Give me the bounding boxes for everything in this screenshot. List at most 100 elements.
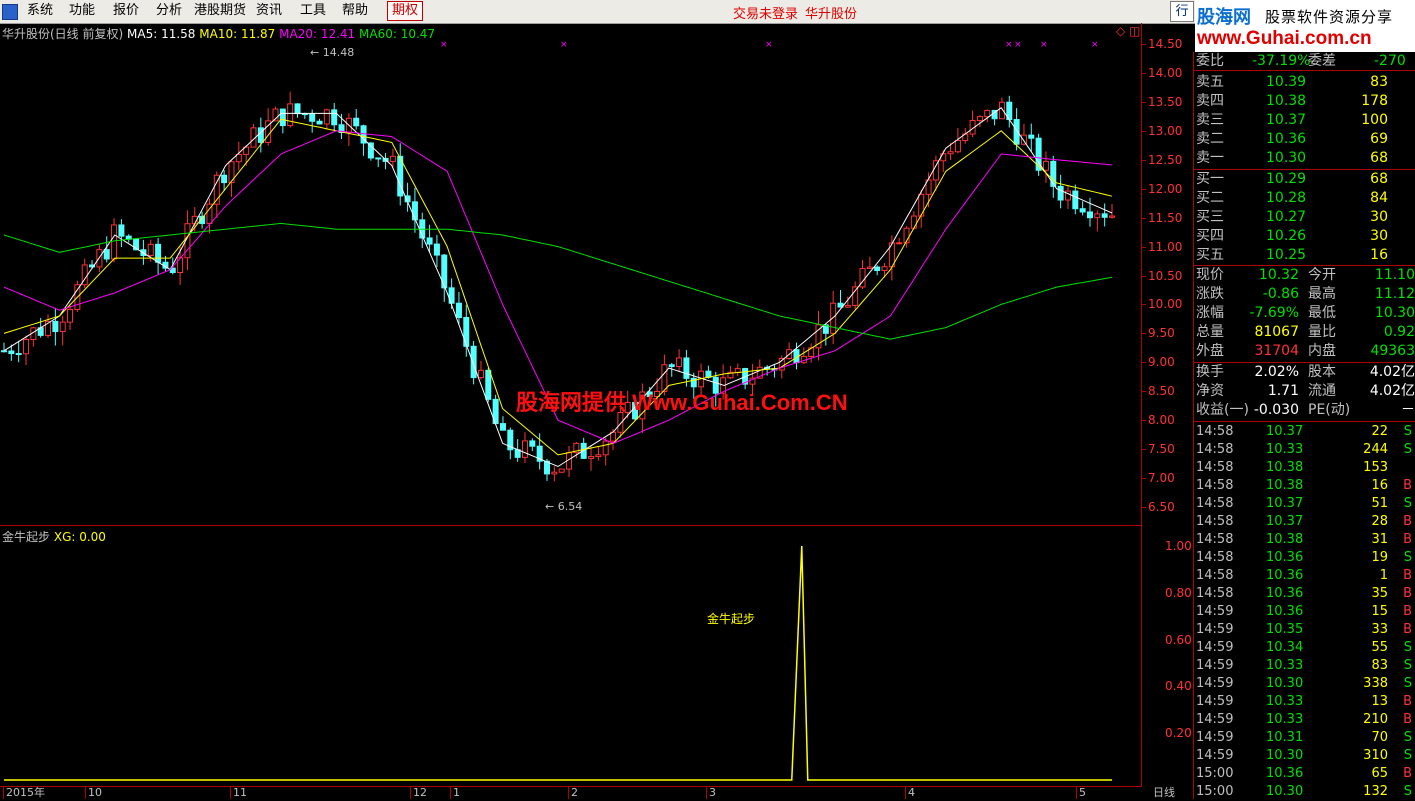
tick-time: 14:58: [1196, 478, 1234, 493]
trade-tick-row[interactable]: 14:59 10.33 210 B: [1194, 711, 1415, 729]
order-book-label: 买三: [1196, 209, 1224, 225]
tick-time: 14:59: [1196, 676, 1234, 691]
tick-side: S: [1403, 424, 1412, 439]
menu-item-tools[interactable]: 工具: [300, 3, 326, 19]
period-label[interactable]: 日线: [1153, 786, 1175, 799]
order-book-price: 10.29: [1266, 171, 1307, 187]
order-book-volume: 68: [1370, 171, 1388, 187]
quote-toggle-button[interactable]: 行: [1170, 1, 1194, 22]
trade-tick-row[interactable]: 14:58 10.37 28 B: [1194, 513, 1415, 531]
menu-item-hk-futures[interactable]: 港股期货: [194, 3, 246, 19]
tick-volume: 65: [1371, 766, 1388, 781]
stat-label: 内盘: [1308, 343, 1336, 359]
order-book-row[interactable]: 卖一 10.30 68: [1194, 149, 1415, 168]
low-price-label: ← 6.54: [545, 500, 583, 513]
price-axis-tick: [1141, 420, 1146, 422]
tick-time: 14:58: [1196, 442, 1234, 457]
order-book-row[interactable]: 买二 10.28 84: [1194, 189, 1415, 208]
weibi-row: 委比 -37.19% 委差 -270: [1194, 52, 1415, 71]
trade-tick-row[interactable]: 14:59 10.30 338 S: [1194, 675, 1415, 693]
price-axis-tick: [1141, 188, 1146, 190]
tick-time: 14:58: [1196, 532, 1234, 547]
price-axis-tick: [1141, 391, 1146, 393]
trade-tick-row[interactable]: 14:58 10.38 16 B: [1194, 477, 1415, 495]
trade-tick-row[interactable]: 14:58 10.36 35 B: [1194, 585, 1415, 603]
price-axis-tick: [1141, 246, 1146, 248]
watermark-text: 股海网提供 Www.Guhai.Com.CN: [516, 390, 848, 415]
trade-tick-row[interactable]: 14:58 10.36 19 S: [1194, 549, 1415, 567]
trade-tick-row[interactable]: 14:59 10.31 70 S: [1194, 729, 1415, 747]
tick-volume: 31: [1371, 532, 1388, 547]
trade-tick-row[interactable]: 14:59 10.33 13 B: [1194, 693, 1415, 711]
tick-price: 10.38: [1266, 532, 1304, 547]
tick-side: B: [1403, 604, 1412, 619]
trade-tick-row[interactable]: 14:59 10.34 55 S: [1194, 639, 1415, 657]
order-book-row[interactable]: 卖三 10.37 100: [1194, 111, 1415, 130]
menu-item-system[interactable]: 系统: [27, 3, 53, 19]
order-book-price: 10.26: [1266, 228, 1307, 244]
tick-volume: 13: [1371, 694, 1388, 709]
price-axis-label: 8.50: [1148, 384, 1175, 399]
order-book-row[interactable]: 卖五 10.39 83: [1194, 73, 1415, 92]
tick-volume: 33: [1371, 622, 1388, 637]
order-book-price: 10.30: [1266, 150, 1307, 166]
menu-item-options[interactable]: 期权: [387, 1, 424, 21]
trade-tick-row[interactable]: 14:58 10.37 51 S: [1194, 495, 1415, 513]
tick-volume: 15: [1371, 604, 1388, 619]
weibi-value: -37.19%: [1252, 53, 1311, 69]
tick-side: S: [1403, 496, 1412, 511]
stat-label: 收益(一): [1196, 402, 1249, 418]
tick-price: 10.38: [1266, 478, 1304, 493]
app-logo-icon[interactable]: [2, 4, 18, 20]
menu-item-help[interactable]: 帮助: [342, 3, 368, 19]
menu-item-function[interactable]: 功能: [69, 3, 95, 19]
stat-value: 10.32: [1258, 267, 1299, 283]
menu-item-quote[interactable]: 报价: [113, 3, 139, 19]
trade-tick-row[interactable]: 14:58 10.37 22 S: [1194, 423, 1415, 441]
trade-tick-row[interactable]: 15:00 10.36 65 B: [1194, 765, 1415, 783]
menu-item-analysis[interactable]: 分析: [156, 3, 182, 19]
price-axis-label: 12.50: [1148, 152, 1183, 167]
moving-average-lines: [3, 106, 1113, 468]
trade-tick-row[interactable]: 14:59 10.30 310 S: [1194, 747, 1415, 765]
price-axis-tick: [1141, 159, 1146, 161]
stat-label: 今开: [1308, 267, 1336, 283]
trade-tick-row[interactable]: 14:59 10.36 15 B: [1194, 603, 1415, 621]
order-book-row[interactable]: 买三 10.27 30: [1194, 208, 1415, 227]
tick-side: S: [1403, 730, 1412, 745]
order-book-row[interactable]: 买四 10.26 30: [1194, 227, 1415, 246]
stat-label: 外盘: [1196, 343, 1224, 359]
tick-volume: 153: [1363, 460, 1388, 475]
login-status[interactable]: 交易未登录: [733, 3, 798, 22]
order-book-row[interactable]: 买一 10.29 68: [1194, 170, 1415, 189]
indicator-chart[interactable]: [0, 526, 1141, 785]
trade-tick-row[interactable]: 14:59 10.33 83 S: [1194, 657, 1415, 675]
stat-value: －: [1401, 402, 1415, 418]
tick-time: 14:59: [1196, 730, 1234, 745]
quote-panel: 委比 -37.19% 委差 -270 卖五 10.39 83 卖四 10.38 178 卖三 10.3…: [1193, 52, 1415, 799]
order-book-row[interactable]: 卖四 10.38 178: [1194, 92, 1415, 111]
trade-tick-row[interactable]: 15:00 10.30 132 S: [1194, 783, 1415, 801]
tick-side: B: [1403, 586, 1412, 601]
trade-tick-row[interactable]: 14:58 10.38 153: [1194, 459, 1415, 477]
trade-tick-row[interactable]: 14:58 10.36 1 B: [1194, 567, 1415, 585]
tick-time: 14:58: [1196, 568, 1234, 583]
order-book-row[interactable]: 卖二 10.36 69: [1194, 130, 1415, 149]
order-book-volume: 30: [1370, 209, 1388, 225]
order-book-row[interactable]: 买五 10.25 16: [1194, 246, 1415, 265]
tick-price: 10.37: [1266, 514, 1304, 529]
trade-tick-row[interactable]: 14:59 10.35 33 B: [1194, 621, 1415, 639]
quote-stat-row: 涨跌 -0.86 最高 11.12: [1194, 285, 1415, 304]
date-axis-label: 2: [568, 786, 578, 799]
price-axis-tick: [1141, 478, 1146, 480]
price-axis-label: 11.50: [1148, 210, 1183, 225]
tick-price: 10.38: [1266, 460, 1304, 475]
order-book-label: 卖三: [1196, 112, 1224, 128]
menu-item-news[interactable]: 资讯: [256, 3, 282, 19]
brand-slogan: 股票软件资源分享: [1265, 8, 1394, 26]
order-book-volume: 84: [1370, 190, 1388, 206]
tick-volume: 83: [1371, 658, 1388, 673]
trade-tick-row[interactable]: 14:58 10.33 244 S: [1194, 441, 1415, 459]
stat-label: 量比: [1308, 324, 1336, 340]
trade-tick-row[interactable]: 14:58 10.38 31 B: [1194, 531, 1415, 549]
